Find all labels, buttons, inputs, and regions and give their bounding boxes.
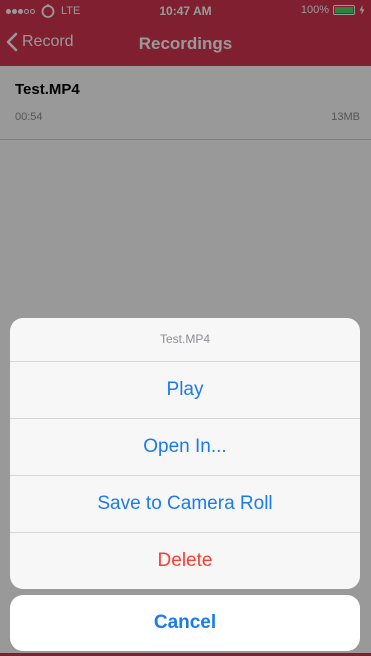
play-button[interactable]: Play: [10, 362, 360, 419]
screen: LTE 10:47 AM 100% Record Recordings Test…: [0, 0, 371, 656]
action-sheet-title: Test.MP4: [10, 318, 360, 362]
save-to-camera-roll-button[interactable]: Save to Camera Roll: [10, 476, 360, 533]
delete-button[interactable]: Delete: [10, 533, 360, 589]
action-sheet: Test.MP4 Play Open In... Save to Camera …: [10, 318, 360, 589]
cancel-button[interactable]: Cancel: [10, 595, 360, 651]
open-in-button[interactable]: Open In...: [10, 419, 360, 476]
